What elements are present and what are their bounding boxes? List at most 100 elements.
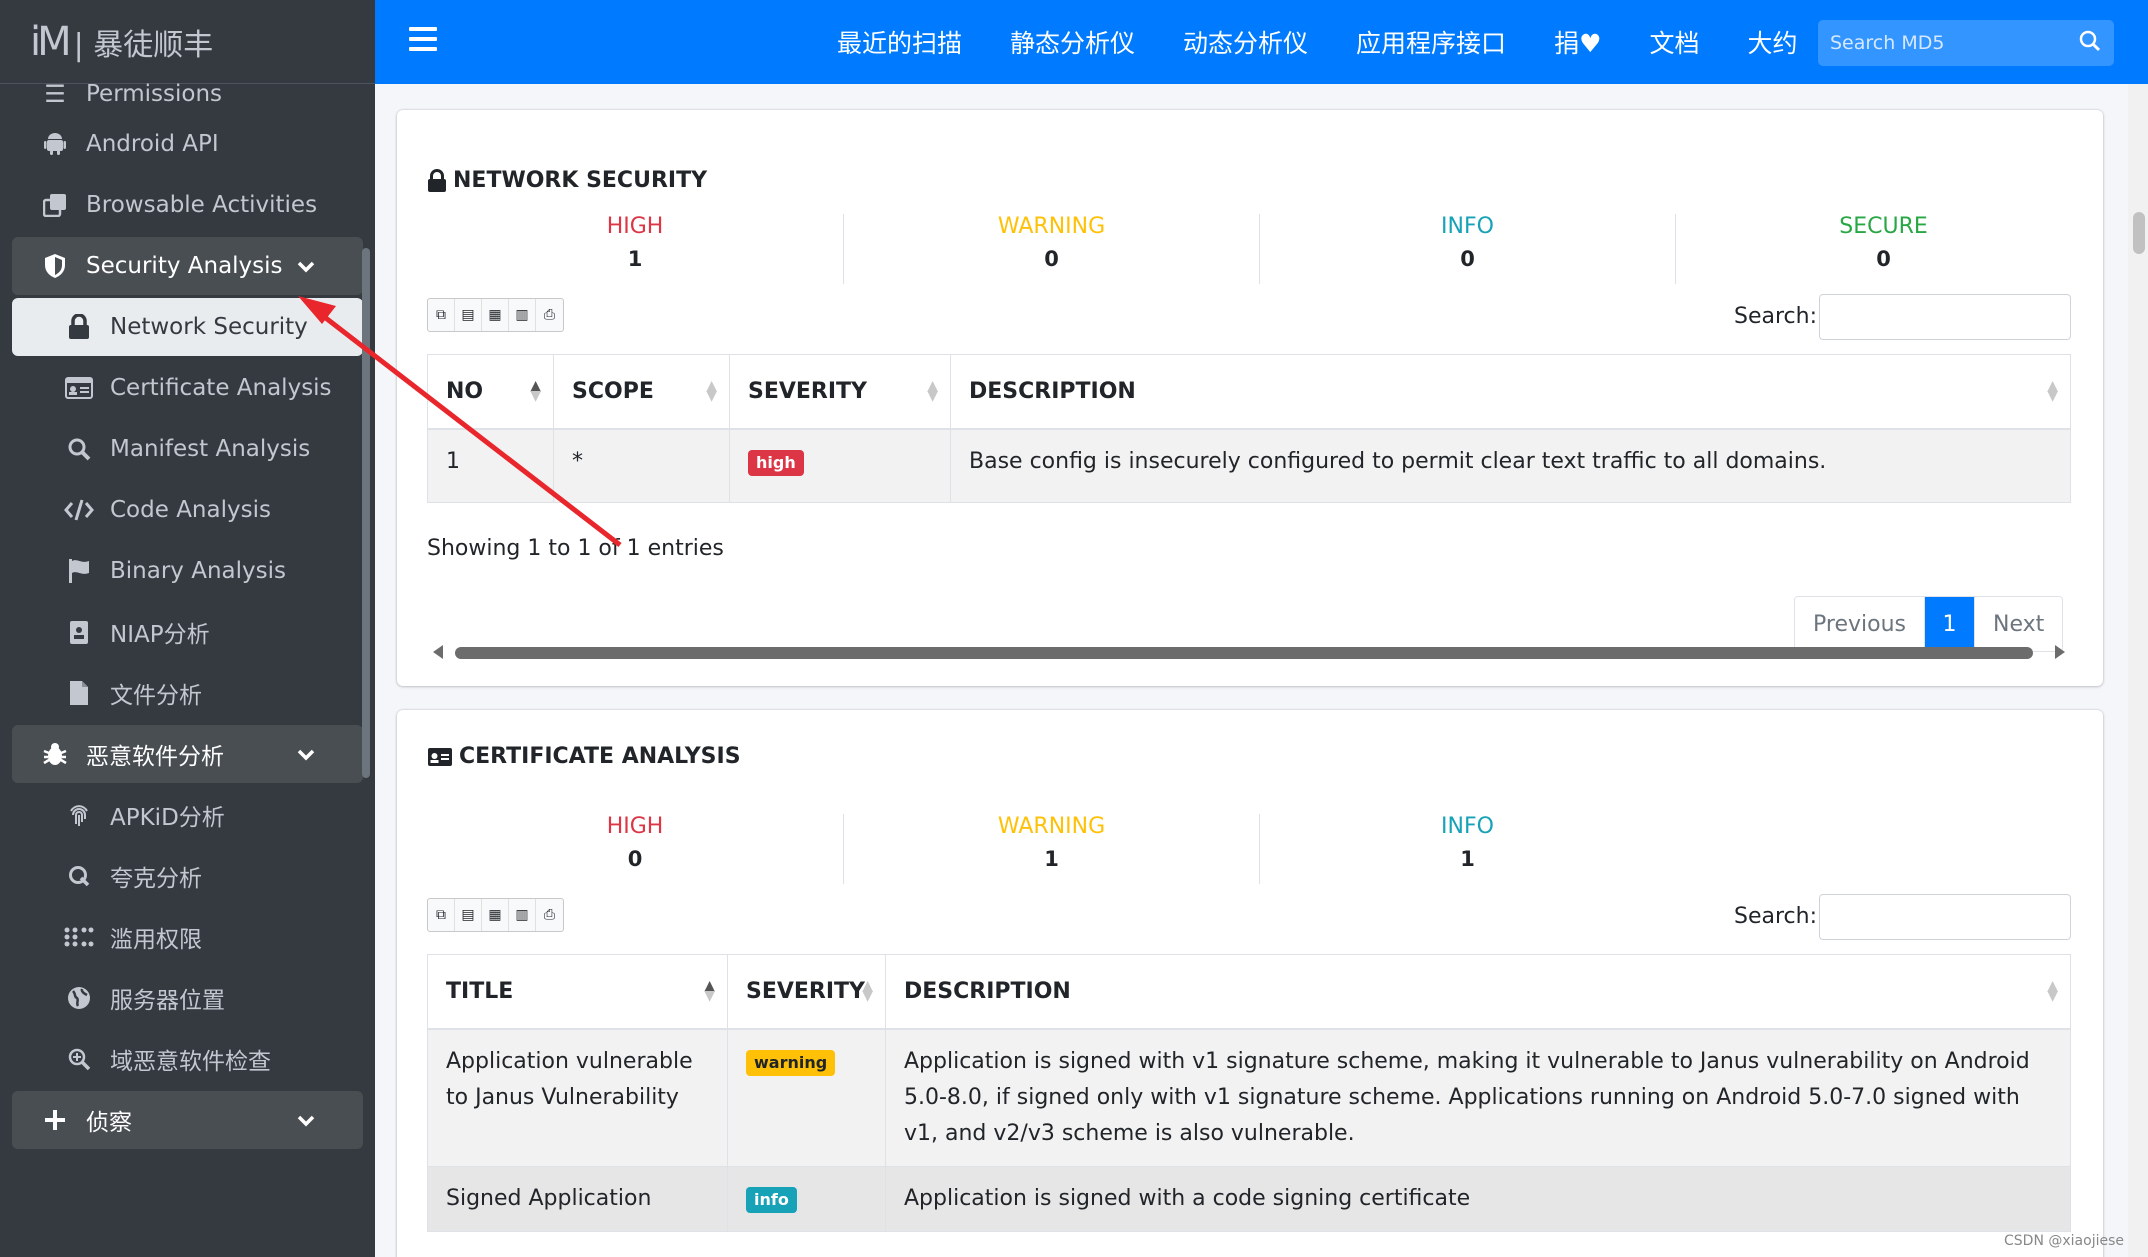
search-icon[interactable] [2078, 29, 2102, 57]
chevron-down-icon[interactable] [297, 1108, 315, 1132]
sidebar-item-apkid-analysis[interactable]: APKiD分析 [12, 786, 363, 844]
sidebar-item-recon[interactable]: 侦察 [12, 1091, 363, 1149]
copy-icon[interactable]: ⧉ [428, 299, 455, 331]
stat-high: HIGH 1 [427, 214, 843, 284]
cell-severity: high [729, 428, 951, 503]
print-icon[interactable]: ⎙ [536, 899, 563, 931]
sidebar-item-malware-analysis[interactable]: 恶意软件分析 [12, 725, 363, 783]
quark-icon [62, 864, 96, 888]
stat-warning: WARNING 1 [843, 814, 1259, 884]
nav-link-recent-scans[interactable]: 最近的扫描 [837, 24, 962, 60]
plus-icon [38, 1109, 72, 1131]
brand-logo: iM [30, 18, 72, 65]
brand[interactable]: iM | 暴徒顺丰 [0, 0, 375, 84]
md5-search [1818, 20, 2114, 66]
scroll-left-icon[interactable] [433, 645, 443, 659]
cell-title: Application vulnerable to Janus Vulnerab… [427, 1028, 728, 1167]
column-header-severity[interactable]: SEVERITY ▲ ▼ [729, 354, 951, 430]
chevron-down-icon[interactable] [297, 742, 315, 766]
pdf-icon[interactable]: ▥ [509, 899, 536, 931]
csv-icon[interactable]: ▤ [455, 299, 482, 331]
sort-icon: ▲ ▼ [2047, 378, 2058, 404]
excel-icon[interactable]: ▦ [482, 899, 509, 931]
cell-description: Application is signed with v1 signature … [885, 1028, 2071, 1167]
column-header-title[interactable]: TITLE ▲ ▼ [427, 954, 728, 1030]
dots-grid-icon [62, 927, 96, 947]
stat-value: 0 [1044, 247, 1059, 271]
table-search-input[interactable] [1819, 894, 2071, 940]
sidebar-item-code-analysis[interactable]: Code Analysis [12, 481, 363, 539]
severity-badge: info [746, 1186, 797, 1213]
sidebar-scrollbar[interactable] [362, 248, 370, 778]
globe-icon [62, 986, 96, 1010]
id-card-icon [62, 377, 96, 399]
page-scrollbar[interactable] [2128, 84, 2148, 1257]
scroll-thumb[interactable] [455, 647, 2033, 659]
card-title: CERTIFICATE ANALYSIS [427, 744, 741, 769]
stat-label: SECURE [1839, 214, 1928, 239]
stat-value: 0 [1876, 247, 1891, 271]
stat-label: HIGH [606, 814, 664, 839]
sidebar-item-certificate-analysis[interactable]: Certificate Analysis [12, 359, 363, 417]
menu-toggle-icon[interactable] [409, 27, 437, 51]
nav-link-about[interactable]: 大约 [1748, 24, 1798, 60]
sidebar-item-android-api[interactable]: Android API [12, 115, 363, 173]
nav-link-docs[interactable]: 文档 [1649, 24, 1699, 60]
excel-icon[interactable]: ▦ [482, 299, 509, 331]
table-row: 1 * high Base config is insecurely confi… [427, 428, 2071, 503]
stat-info: INFO 0 [1259, 214, 1675, 284]
id-card-icon [427, 747, 453, 767]
print-icon[interactable]: ⎙ [536, 299, 563, 331]
search-label: Search: [1734, 904, 1817, 929]
export-buttons: ⧉ ▤ ▦ ▥ ⎙ [427, 898, 564, 932]
scroll-right-icon[interactable] [2055, 645, 2065, 659]
page-scroll-thumb[interactable] [2133, 212, 2145, 254]
horizontal-scrollbar[interactable] [427, 642, 2071, 662]
column-header-severity[interactable]: SEVERITY ▲ ▼ [727, 954, 886, 1030]
nav-link-dynamic-analyzer[interactable]: 动态分析仪 [1183, 24, 1308, 60]
column-header-description[interactable]: DESCRIPTION ▲ ▼ [950, 354, 2071, 430]
md5-search-input[interactable] [1830, 32, 2070, 54]
sidebar-item-niap-analysis[interactable]: NIAP分析 [12, 603, 363, 661]
sidebar-item-browsable-activities[interactable]: Browsable Activities [12, 176, 363, 234]
column-header-description[interactable]: DESCRIPTION ▲ ▼ [885, 954, 2071, 1030]
sidebar-item-permissions[interactable]: ☰ Permissions [12, 76, 363, 112]
nav-link-donate[interactable]: 捐♥ [1554, 24, 1601, 60]
stat-value: 0 [1460, 247, 1475, 271]
sidebar-item-binary-analysis[interactable]: Binary Analysis [12, 542, 363, 600]
stat-label: INFO [1441, 814, 1494, 839]
sidebar-item-security-analysis[interactable]: Security Analysis [12, 237, 363, 295]
sidebar-item-network-security[interactable]: Network Security [12, 298, 363, 356]
nav-link-static-analyzer[interactable]: 静态分析仪 [1010, 24, 1135, 60]
sidebar-item-label: 滥用权限 [110, 927, 202, 953]
watermark: CSDN @xiaojiese [2004, 1233, 2124, 1249]
sidebar-item-label: Certificate Analysis [110, 375, 332, 401]
table-search-input[interactable] [1819, 294, 2071, 340]
sidebar-item-label: Browsable Activities [86, 192, 318, 218]
sidebar: iM | 暴徒顺丰 ☰ Permissions Android API Brow… [0, 0, 375, 1257]
stat-secure: SECURE 0 [1675, 214, 2091, 284]
list-icon: ☰ [44, 80, 66, 108]
sidebar-item-label: Manifest Analysis [110, 436, 311, 462]
chevron-down-icon[interactable] [297, 254, 315, 278]
top-navbar: 最近的扫描 静态分析仪 动态分析仪 应用程序接口 捐♥ 文档 大约 [375, 0, 2148, 84]
sidebar-item-label: NIAP分析 [110, 622, 210, 648]
column-header-scope[interactable]: SCOPE ▲ ▼ [553, 354, 730, 430]
sidebar-item-abused-permissions[interactable]: 滥用权限 [12, 908, 363, 966]
pdf-icon[interactable]: ▥ [509, 299, 536, 331]
file-icon [62, 680, 96, 706]
csv-icon[interactable]: ▤ [455, 899, 482, 931]
lock-icon [427, 168, 447, 193]
sidebar-item-manifest-analysis[interactable]: Manifest Analysis [12, 420, 363, 478]
sidebar-item-file-analysis[interactable]: 文件分析 [12, 664, 363, 722]
sidebar-item-server-location[interactable]: 服务器位置 [12, 969, 363, 1027]
sidebar-item-label: Security Analysis [86, 253, 283, 279]
cell-severity: info [727, 1165, 886, 1232]
sidebar-item-label: APKiD分析 [110, 805, 225, 831]
sidebar-item-domain-malware-check[interactable]: 域恶意软件检查 [12, 1030, 363, 1088]
nav-link-api[interactable]: 应用程序接口 [1356, 24, 1506, 60]
sidebar-item-quark-analysis[interactable]: 夸克分析 [12, 847, 363, 905]
column-header-no[interactable]: NO ▲ ▼ [427, 354, 554, 430]
copy-icon[interactable]: ⧉ [428, 899, 455, 931]
stat-value: 0 [627, 847, 643, 871]
